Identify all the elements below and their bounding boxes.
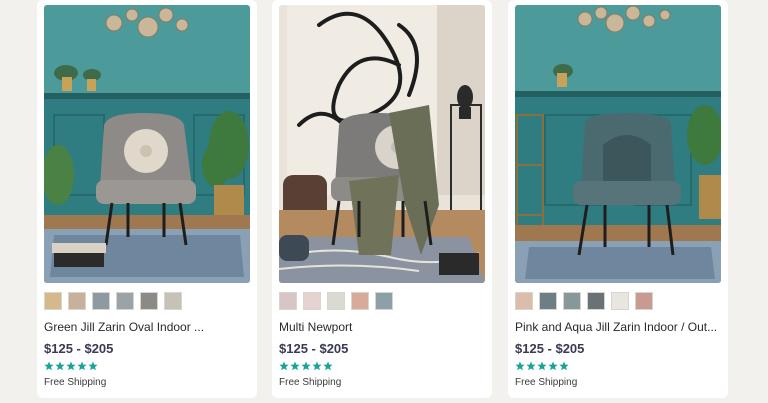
star-icon <box>279 361 289 371</box>
color-swatch[interactable] <box>351 292 369 310</box>
color-swatch[interactable] <box>375 292 393 310</box>
star-icon <box>77 361 87 371</box>
rating-stars <box>279 361 333 371</box>
color-swatch[interactable] <box>44 292 62 310</box>
star-icon <box>88 361 98 371</box>
product-price: $125 - $205 <box>279 341 349 356</box>
product-image[interactable] <box>515 5 721 283</box>
product-card[interactable]: Pink and Aqua Jill Zarin Indoor / Out...… <box>508 0 728 398</box>
star-icon <box>301 361 311 371</box>
product-price: $125 - $205 <box>515 341 585 356</box>
color-swatch[interactable] <box>327 292 345 310</box>
color-swatch[interactable] <box>116 292 134 310</box>
color-swatch[interactable] <box>515 292 533 310</box>
product-card[interactable]: Multi Newport $125 - $205 Free Shipping <box>272 0 492 398</box>
shipping-label: Free Shipping <box>279 377 342 388</box>
star-icon <box>323 361 333 371</box>
product-card[interactable]: Green Jill Zarin Oval Indoor ... $125 - … <box>37 0 257 398</box>
star-icon <box>515 361 525 371</box>
product-title[interactable]: Green Jill Zarin Oval Indoor ... <box>44 320 250 334</box>
color-swatch[interactable] <box>303 292 321 310</box>
product-price: $125 - $205 <box>44 341 114 356</box>
star-icon <box>537 361 547 371</box>
shipping-label: Free Shipping <box>44 377 107 388</box>
color-swatch[interactable] <box>611 292 629 310</box>
star-icon <box>559 361 569 371</box>
color-swatch[interactable] <box>539 292 557 310</box>
rating-stars <box>44 361 98 371</box>
color-swatches <box>279 292 393 311</box>
star-icon <box>290 361 300 371</box>
color-swatch[interactable] <box>164 292 182 310</box>
product-grid: Green Jill Zarin Oval Indoor ... $125 - … <box>0 0 768 403</box>
product-image[interactable] <box>44 5 250 283</box>
product-title[interactable]: Multi Newport <box>279 320 485 334</box>
color-swatch[interactable] <box>140 292 158 310</box>
star-icon <box>548 361 558 371</box>
star-icon <box>312 361 322 371</box>
star-icon <box>526 361 536 371</box>
star-icon <box>44 361 54 371</box>
color-swatches <box>44 292 182 311</box>
color-swatch[interactable] <box>635 292 653 310</box>
product-title[interactable]: Pink and Aqua Jill Zarin Indoor / Out... <box>515 320 721 334</box>
color-swatch[interactable] <box>279 292 297 310</box>
shipping-label: Free Shipping <box>515 377 578 388</box>
rating-stars <box>515 361 569 371</box>
color-swatch[interactable] <box>563 292 581 310</box>
product-image[interactable] <box>279 5 485 283</box>
color-swatch[interactable] <box>92 292 110 310</box>
star-icon <box>66 361 76 371</box>
color-swatch[interactable] <box>587 292 605 310</box>
star-icon <box>55 361 65 371</box>
color-swatch[interactable] <box>68 292 86 310</box>
color-swatches <box>515 292 653 311</box>
